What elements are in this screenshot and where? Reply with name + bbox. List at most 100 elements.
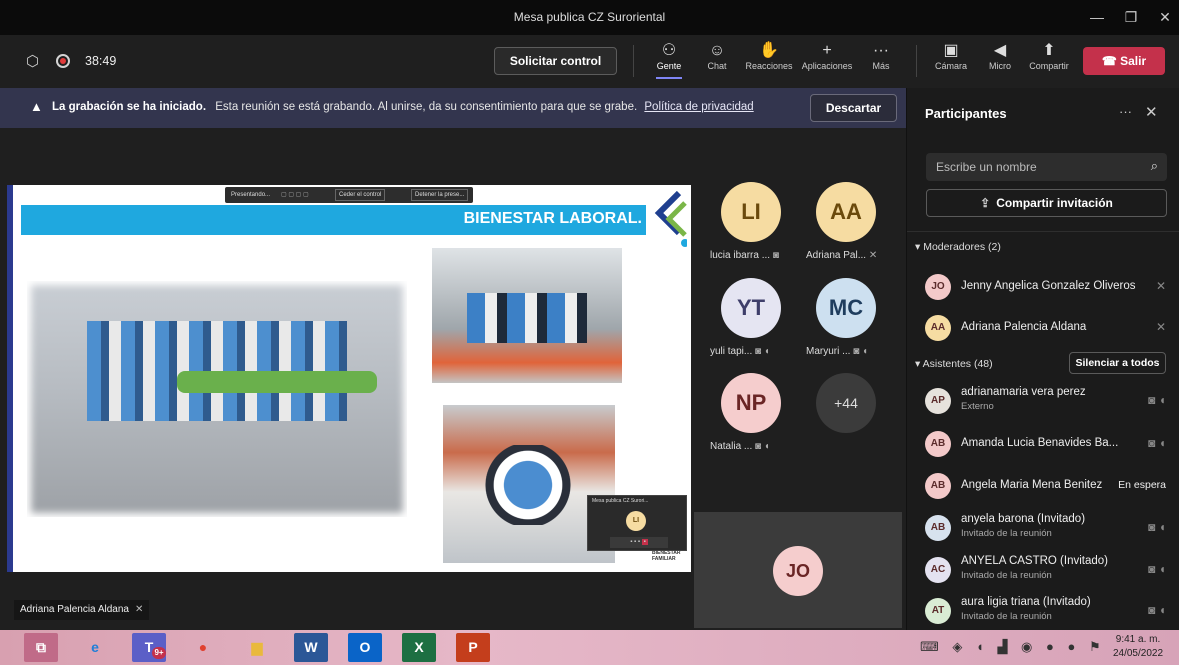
share-icon: ⬆ <box>1042 42 1056 59</box>
excel-icon[interactable]: X <box>402 633 436 662</box>
apps-button[interactable]: + Aplicaciones <box>798 41 856 71</box>
participant-name: yuli tapi... ◙ ◖ <box>710 346 770 357</box>
participant-name: lucia ibarra ... ◙ <box>710 250 779 261</box>
avatar: AC <box>925 557 951 583</box>
mic-off-icon: ✕ <box>134 604 144 615</box>
participant-row[interactable]: AB anyela barona (Invitado) Invitado de … <box>907 509 1179 547</box>
share-invite-button[interactable]: ⇪ Compartir invitación <box>926 189 1167 217</box>
edge-icon[interactable]: e <box>78 633 112 662</box>
icbf-logo <box>651 190 689 247</box>
give-control-button[interactable]: Ceder el control <box>335 189 386 201</box>
outlook-icon[interactable]: O <box>348 633 382 662</box>
maximize-icon[interactable]: ❐ <box>1119 6 1143 28</box>
avatar: AP <box>925 388 951 414</box>
overflow-participants[interactable]: +44 <box>816 373 876 433</box>
participant-role: Invitado de la reunión <box>961 611 1052 622</box>
windows-taskbar: ⧉ e T ● ▆ W O X P 9+ ⌨ ◈ ◖ ▟ ◉ ● ● ⚑ 9:41 a. m. … <box>0 630 1179 665</box>
slide-photo-group <box>27 281 407 517</box>
shared-screen: Presentando... ▢ ▢ ▢ ▢ Ceder el control … <box>7 185 691 572</box>
slide-photo-massage <box>432 248 622 383</box>
mic-button[interactable]: ◀ Micro <box>982 41 1018 71</box>
participant-avatar[interactable]: AA <box>816 182 876 242</box>
leave-button[interactable]: ☎ Salir <box>1083 47 1165 75</box>
banner-title: La grabación se ha iniciado. <box>52 101 207 113</box>
close-panel-icon[interactable]: ✕ <box>1145 103 1158 121</box>
participant-row[interactable]: AB Amanda Lucia Benavides Ba... ◙ ◖ <box>907 425 1179 463</box>
chrome-icon[interactable]: ● <box>186 633 220 662</box>
mini-avatar: LI <box>626 511 646 531</box>
taskview-icon[interactable]: ⧉ <box>24 633 58 662</box>
title-bar: Mesa publica CZ Suroriental — ❐ ✕ <box>0 0 1179 35</box>
slide-heading-bar: BIENESTAR LABORAL. <box>21 205 646 235</box>
panel-title: Participantes <box>925 106 1007 121</box>
self-video-tile: JO <box>694 512 902 628</box>
participant-row[interactable]: AP adrianamaria vera perez Externo ◙ ◖ <box>907 382 1179 420</box>
waiting-status: En espera <box>1118 479 1166 491</box>
search-field[interactable]: Escribe un nombre ⌕ <box>926 153 1167 181</box>
chat-button[interactable]: ☺ Chat <box>700 41 734 71</box>
moderators-header[interactable]: ▾ Moderadores (2) <box>915 241 1001 253</box>
participant-row[interactable]: AT aura ligia triana (Invitado) Invitado… <box>907 592 1179 630</box>
minimize-icon[interactable]: — <box>1085 6 1109 28</box>
participant-avatar[interactable]: YT <box>721 278 781 338</box>
dismiss-button[interactable]: Descartar <box>810 94 897 122</box>
avatar: AT <box>925 598 951 624</box>
clock[interactable]: 9:41 a. m. 24/05/2022 <box>1108 633 1168 661</box>
participant-row[interactable]: AA Adriana Palencia Aldana ✕ <box>907 309 1179 347</box>
explorer-icon[interactable]: ▆ <box>240 633 274 662</box>
participant-avatar[interactable]: NP <box>721 373 781 433</box>
chat-icon: ☺ <box>708 42 726 59</box>
window-title: Mesa publica CZ Suroriental <box>513 10 666 24</box>
banner-text: Esta reunión se está grabando. Al unirse… <box>215 101 638 113</box>
more-button[interactable]: ··· Más <box>866 41 896 71</box>
share-button[interactable]: ⬆ Compartir <box>1024 41 1074 71</box>
camera-mic-off-icon: ◙ ◖ <box>1148 562 1166 576</box>
participant-name: anyela barona (Invitado) <box>961 513 1086 525</box>
privacy-link[interactable]: Política de privacidad <box>644 101 753 113</box>
mic-off-icon: ✕ <box>1155 320 1166 334</box>
participant-name: Angela Maria Mena Benitez <box>961 479 1103 491</box>
avatar: AB <box>925 431 951 457</box>
stop-presenting-button[interactable]: Detener la prese... <box>411 189 469 201</box>
participant-row[interactable]: JO Jenny Angelica Gonzalez Oliveros ✕ <box>907 268 1179 306</box>
mute-all-button[interactable]: Silenciar a todos <box>1069 352 1166 374</box>
camera-off-icon: ◙ <box>772 250 779 261</box>
avatar: AB <box>925 515 951 541</box>
close-icon[interactable]: ✕ <box>1153 6 1177 28</box>
warning-icon: ▲ <box>30 99 43 114</box>
divider <box>907 231 1179 232</box>
participant-name: Natalia ... ◙ ◖ <box>710 441 770 452</box>
camera-button[interactable]: ▣ Cámara <box>930 41 972 71</box>
divider <box>633 45 634 77</box>
participant-avatar[interactable]: LI <box>721 182 781 242</box>
system-tray-icons[interactable]: ⌨ ◈ ◖ ▟ ◉ ● ● ⚑ <box>920 639 1106 655</box>
participant-name: aura ligia triana (Invitado) <box>961 596 1091 608</box>
camera-off-icon: ◙ ◖ <box>853 346 869 357</box>
participant-avatar[interactable]: MC <box>816 278 876 338</box>
avatar: AA <box>925 315 951 341</box>
reactions-icon: ✋ <box>759 42 779 59</box>
request-control-button[interactable]: Solicitar control <box>494 47 617 75</box>
photo-people <box>473 445 583 525</box>
reactions-button[interactable]: ✋ Reacciones <box>743 41 795 71</box>
recording-icon <box>56 54 70 68</box>
participant-row[interactable]: AB Angela Maria Mena Benitez En espera <box>907 467 1179 505</box>
photo-mat <box>177 371 377 393</box>
powerpoint-icon[interactable]: P <box>456 633 490 662</box>
participant-row[interactable]: AC ANYELA CASTRO (Invitado) Invitado de … <box>907 551 1179 589</box>
logo-caption: BIENESTAR FAMILIAR <box>652 550 681 562</box>
attendees-header[interactable]: ▾ Asistentes (48) <box>915 358 993 370</box>
participant-role: Invitado de la reunión <box>961 570 1052 581</box>
mic-off-icon: ✕ <box>868 250 878 261</box>
people-button[interactable]: ⚇ Gente <box>650 41 688 79</box>
participant-name: Adriana Pal... ✕ <box>806 250 878 261</box>
plus-icon: + <box>822 42 832 59</box>
presenter-name-label: Adriana Palencia Aldana ✕ <box>14 600 150 620</box>
presenter-bar[interactable]: Presentando... ▢ ▢ ▢ ▢ Ceder el control … <box>225 187 473 203</box>
more-options-icon[interactable]: ··· <box>1119 104 1132 119</box>
shield-icon: ⬡ <box>26 53 40 70</box>
camera-mic-off-icon: ◙ ◖ <box>1148 603 1166 617</box>
participants-panel: Participantes ··· ✕ Escribe un nombre ⌕ … <box>906 88 1179 630</box>
avatar: JO <box>925 274 951 300</box>
word-icon[interactable]: W <box>294 633 328 662</box>
